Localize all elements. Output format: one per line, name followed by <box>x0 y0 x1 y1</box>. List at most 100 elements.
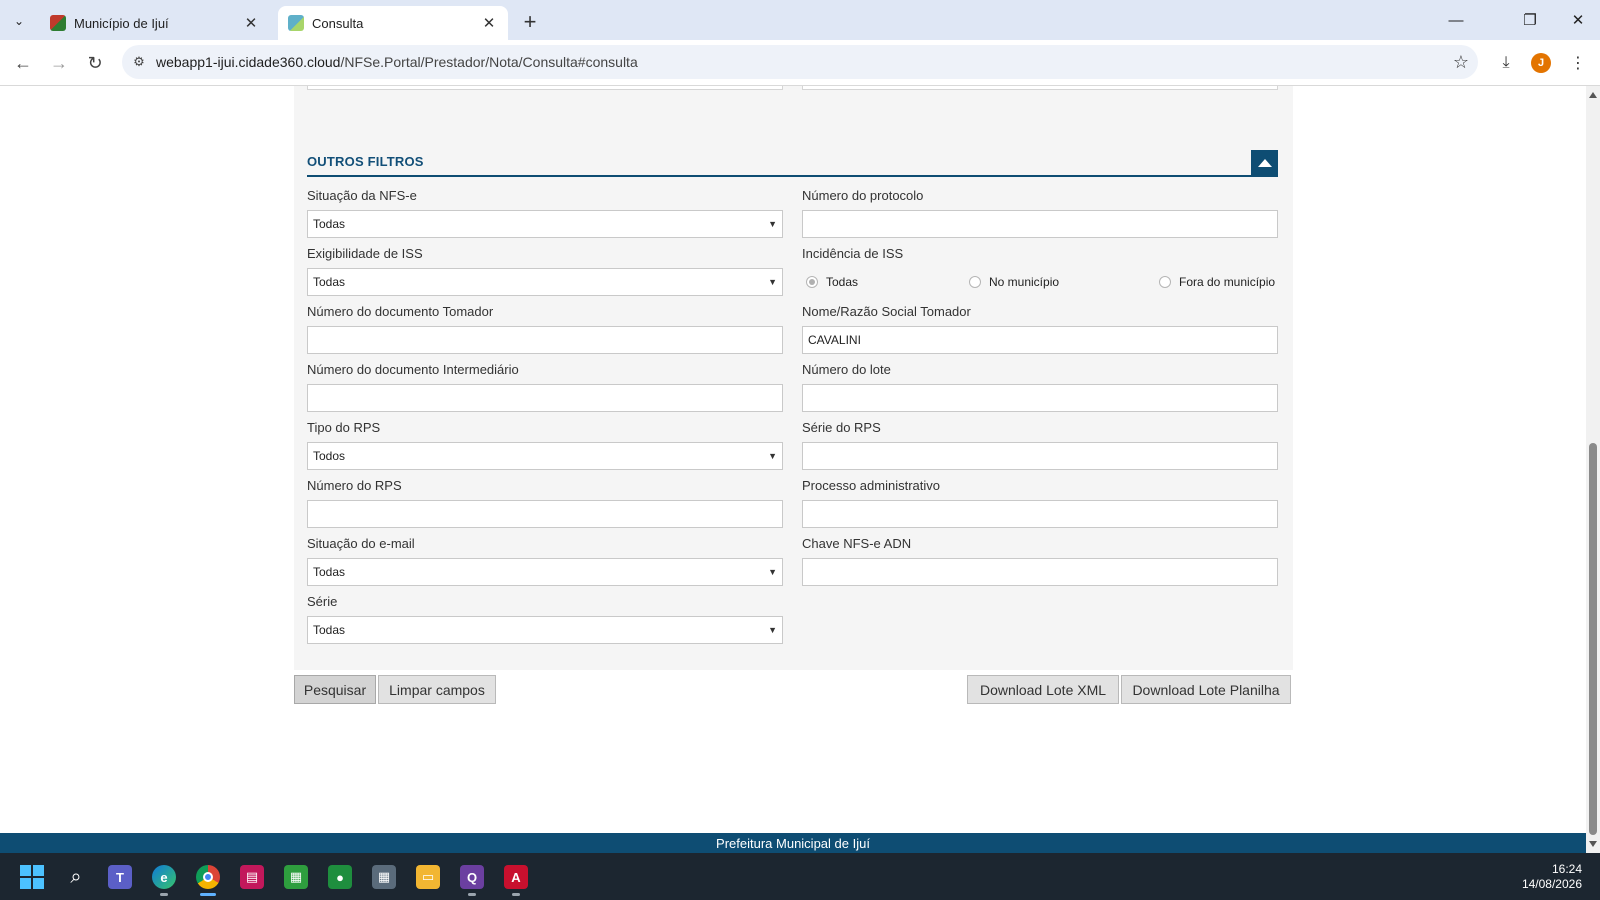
site-info-icon[interactable]: ⚙ <box>122 54 156 70</box>
nome-tomador-input[interactable] <box>802 326 1278 354</box>
url-text[interactable]: webapp1-ijui.cidade360.cloud/NFSe.Portal… <box>156 54 1444 70</box>
running-indicator <box>200 893 216 896</box>
system-clock[interactable]: 16:24 14/08/2026 <box>1522 862 1582 892</box>
select-value: Todas <box>313 565 346 579</box>
municipio-favicon-icon <box>50 15 66 31</box>
url-path: /NFSe.Portal/Prestador/Nota/Consulta#con… <box>340 54 638 70</box>
chevron-down-icon: ⌄ <box>13 14 25 28</box>
situacao-email-label: Situação do e-mail <box>307 536 415 551</box>
reload-icon: ↻ <box>87 52 103 73</box>
browser-tab-strip: ⌄ Município de Ijuí ✕ Consulta ✕ + — ❐ ✕ <box>0 0 1600 40</box>
url-host: webapp1-ijui.cidade360.cloud <box>156 54 341 70</box>
radio-button[interactable] <box>969 276 981 288</box>
tipo-rps-label: Tipo do RPS <box>307 420 381 435</box>
collapse-section-button[interactable] <box>1251 150 1278 176</box>
doc-intermediario-input[interactable] <box>307 384 783 412</box>
running-indicator <box>512 893 520 896</box>
browser-toolbar: ← → ↻ ⚙ webapp1-ijui.cidade360.cloud/NFS… <box>0 40 1600 86</box>
radio-button[interactable] <box>806 276 818 288</box>
close-icon[interactable]: ✕ <box>242 14 260 32</box>
taskbar-file-explorer[interactable]: ▭ <box>412 861 444 893</box>
minimize-button[interactable]: — <box>1434 4 1478 36</box>
caret-down-icon: ▼ <box>768 451 777 461</box>
incidencia-iss-label: Incidência de ISS <box>802 246 904 261</box>
tipo-rps-select[interactable]: Todos ▼ <box>307 442 783 470</box>
tab-consulta[interactable]: Consulta ✕ <box>278 6 508 40</box>
footer-text: Prefeitura Municipal de Ijuí <box>716 835 870 851</box>
doc-intermediario-label: Número do documento Intermediário <box>307 362 519 377</box>
profile-avatar[interactable]: J <box>1531 53 1551 73</box>
back-button[interactable]: ← <box>8 48 38 78</box>
taskbar-pdf-reader[interactable]: A <box>500 861 532 896</box>
exigibilidade-iss-select[interactable]: Todas ▼ <box>307 268 783 296</box>
downloads-button[interactable]: ⤓ <box>1492 49 1520 77</box>
scroll-up-icon[interactable] <box>1589 92 1597 98</box>
incidencia-radio-fora-municipio[interactable]: Fora do município <box>1159 275 1275 289</box>
browser-menu-button[interactable]: ⋮ <box>1564 49 1592 77</box>
restore-icon: ❐ <box>1523 12 1537 29</box>
taskbar-purple-app[interactable]: Q <box>456 861 488 896</box>
processo-adm-input[interactable] <box>802 500 1278 528</box>
numero-protocolo-input[interactable] <box>802 210 1278 238</box>
windows-taskbar: ⌕ T e ▤ ▦ ● ▦ ▭ Q A 16:24 14/08/2026 <box>0 853 1600 900</box>
scroll-down-icon[interactable] <box>1589 841 1597 847</box>
arrow-left-icon: ← <box>14 52 32 73</box>
download-lote-xml-button[interactable]: Download Lote XML <box>967 675 1119 704</box>
start-button[interactable] <box>16 861 48 893</box>
nome-tomador-label: Nome/Razão Social Tomador <box>802 304 971 319</box>
taskbar-edge[interactable]: e <box>148 861 180 896</box>
tab-search-button[interactable]: ⌄ <box>6 8 32 34</box>
forward-button[interactable]: → <box>44 48 74 78</box>
incidencia-radio-todas[interactable]: Todas <box>806 275 858 289</box>
select-value: Todas <box>313 623 346 637</box>
caret-down-icon: ▼ <box>768 567 777 577</box>
taskbar-search-button[interactable]: ⌕ <box>60 861 92 893</box>
numero-rps-input[interactable] <box>307 500 783 528</box>
bookmark-star-icon[interactable]: ☆ <box>1444 52 1478 73</box>
close-icon[interactable]: ✕ <box>480 14 498 32</box>
address-bar[interactable]: ⚙ webapp1-ijui.cidade360.cloud/NFSe.Port… <box>122 45 1478 79</box>
search-document-icon: Q <box>460 865 484 889</box>
taskbar-onenote[interactable]: ▤ <box>236 861 268 893</box>
restore-button[interactable]: ❐ <box>1508 4 1552 36</box>
kebab-menu-icon: ⋮ <box>1570 55 1586 72</box>
caret-down-icon: ▼ <box>768 277 777 287</box>
situacao-email-select[interactable]: Todas ▼ <box>307 558 783 586</box>
pdf-icon: A <box>504 865 528 889</box>
tab-title: Consulta <box>312 15 364 31</box>
reload-button[interactable]: ↻ <box>80 48 110 78</box>
taskbar-spreadsheet[interactable]: ▦ <box>280 861 312 893</box>
numero-lote-input[interactable] <box>802 384 1278 412</box>
page-scrollbar[interactable] <box>1586 86 1600 853</box>
pesquisar-button[interactable]: Pesquisar <box>294 675 376 704</box>
close-window-button[interactable]: ✕ <box>1556 4 1600 36</box>
taskbar-calculator[interactable]: ▦ <box>368 861 400 893</box>
limpar-campos-button[interactable]: Limpar campos <box>378 675 496 704</box>
serie-rps-input[interactable] <box>802 442 1278 470</box>
taskbar-teams[interactable]: T <box>104 861 136 893</box>
caret-down-icon: ▼ <box>768 219 777 229</box>
section-title: OUTROS FILTROS <box>307 154 424 169</box>
download-lote-planilha-button[interactable]: Download Lote Planilha <box>1121 675 1291 704</box>
select-value: Todas <box>313 217 346 231</box>
new-tab-button[interactable]: + <box>516 8 544 36</box>
clock-time: 16:24 <box>1551 862 1582 876</box>
taskbar-green-app[interactable]: ● <box>324 861 356 893</box>
incidencia-radio-no-municipio[interactable]: No município <box>969 275 1059 289</box>
triangle-up-icon <box>1257 159 1272 167</box>
consulta-favicon-icon <box>288 15 304 31</box>
windows-logo-icon <box>20 865 44 889</box>
exigibilidade-iss-label: Exigibilidade de ISS <box>307 246 423 261</box>
user-badge-icon: ● <box>328 865 352 889</box>
close-icon: ✕ <box>1571 12 1585 29</box>
tab-municipio[interactable]: Município de Ijuí ✕ <box>40 6 270 40</box>
serie-select[interactable]: Todas ▼ <box>307 616 783 644</box>
situacao-nfse-select[interactable]: Todas ▼ <box>307 210 783 238</box>
taskbar-chrome[interactable] <box>192 861 224 896</box>
chave-nfse-adn-input[interactable] <box>802 558 1278 586</box>
processo-adm-label: Processo administrativo <box>802 478 940 493</box>
spreadsheet-icon: ▦ <box>284 865 308 889</box>
doc-tomador-input[interactable] <box>307 326 783 354</box>
scroll-thumb[interactable] <box>1589 443 1597 835</box>
radio-button[interactable] <box>1159 276 1171 288</box>
